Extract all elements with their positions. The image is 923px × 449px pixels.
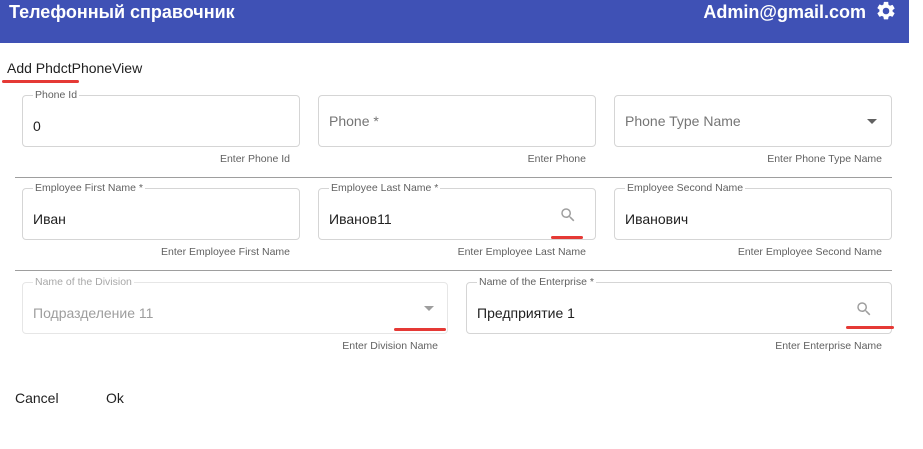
annotation-underline — [551, 236, 583, 239]
search-icon[interactable] — [559, 206, 577, 224]
phone-type-name-placeholder: Phone Type Name — [625, 113, 741, 129]
app-title: Телефонный справочник — [9, 2, 235, 22]
division-name-value: Подразделение 11 — [33, 305, 154, 321]
enterprise-name-field[interactable]: Name of the Enterprise * Предприятие 1 — [466, 276, 892, 334]
chevron-down-icon — [424, 306, 434, 311]
enterprise-name-value: Предприятие 1 — [477, 305, 575, 321]
phone-placeholder: Phone * — [329, 113, 379, 129]
phone-field[interactable]: Phone * — [318, 95, 596, 147]
cancel-button[interactable]: Cancel — [15, 390, 59, 406]
employee-second-name-label: Employee Second Name — [625, 182, 746, 194]
employee-second-name-field[interactable]: Employee Second Name Иванович — [614, 182, 892, 240]
division-name-select: Name of the Division Подразделение 11 — [22, 276, 448, 334]
annotation-underline — [846, 326, 894, 329]
annotation-underline — [2, 80, 79, 83]
gear-icon[interactable] — [875, 0, 897, 22]
app-toolbar: Телефонный справочник Admin@gmail.com — [0, 0, 909, 43]
phone-id-field[interactable]: Phone Id 0 — [22, 89, 300, 147]
form-title: Add PhdctPhoneView — [7, 60, 143, 76]
employee-first-name-hint: Enter Employee First Name — [161, 246, 290, 258]
phone-hint: Enter Phone — [527, 153, 586, 165]
employee-first-name-label: Employee First Name * — [33, 182, 145, 194]
employee-last-name-label: Employee Last Name * — [329, 182, 441, 194]
employee-second-name-value: Иванович — [625, 211, 689, 227]
phone-type-name-select[interactable]: Phone Type Name — [614, 95, 892, 147]
employee-first-name-value: Иван — [33, 211, 66, 227]
division-name-hint: Enter Division Name — [342, 340, 438, 352]
user-email[interactable]: Admin@gmail.com — [703, 2, 866, 22]
employee-last-name-field[interactable]: Employee Last Name * Иванов11 — [318, 182, 596, 240]
phone-id-value: 0 — [33, 118, 41, 134]
chevron-down-icon[interactable] — [867, 119, 877, 124]
employee-first-name-field[interactable]: Employee First Name * Иван — [22, 182, 300, 240]
phone-id-label: Phone Id — [33, 89, 80, 101]
phone-type-name-hint: Enter Phone Type Name — [767, 153, 882, 165]
annotation-underline — [394, 328, 446, 331]
employee-second-name-hint: Enter Employee Second Name — [737, 246, 882, 258]
search-icon[interactable] — [855, 300, 873, 318]
employee-last-name-hint: Enter Employee Last Name — [457, 246, 586, 258]
section-divider — [15, 177, 892, 178]
enterprise-name-label: Name of the Enterprise * — [477, 276, 596, 288]
enterprise-name-hint: Enter Enterprise Name — [775, 340, 882, 352]
ok-button[interactable]: Ok — [106, 390, 124, 406]
phone-id-hint: Enter Phone Id — [219, 153, 290, 165]
employee-last-name-value: Иванов11 — [329, 211, 392, 227]
division-name-label: Name of the Division — [33, 276, 134, 288]
section-divider — [15, 270, 892, 271]
